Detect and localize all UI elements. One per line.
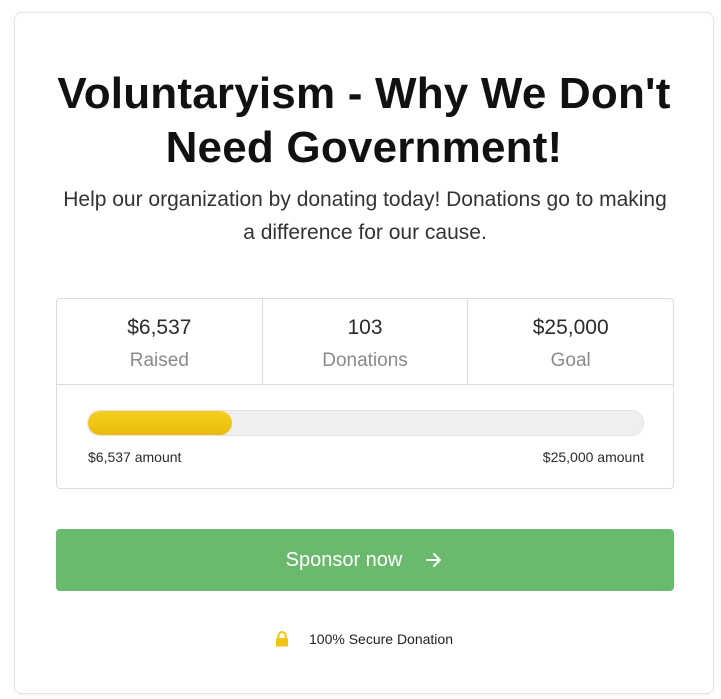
stat-donations-label: Donations	[322, 350, 408, 371]
stat-raised-value: $6,537	[127, 316, 192, 339]
progress-bar-fill	[88, 411, 233, 435]
goal-amount-label: $25,000 amount	[542, 449, 644, 465]
stats-panel: $6,537 Raised 103 Donations $25,000 Goal…	[56, 298, 674, 489]
arrow-right-icon	[424, 550, 444, 570]
campaign-title: Voluntaryism - Why We Don't Need Governm…	[15, 67, 713, 175]
stat-donations: 103 Donations	[263, 299, 469, 384]
campaign-title-text: Voluntaryism - Why We Don't Need Governm…	[57, 69, 671, 172]
progress-bar	[87, 410, 644, 436]
raised-amount-label: $6,537 amount	[88, 449, 182, 465]
stat-goal-label: Goal	[550, 350, 591, 371]
sponsor-now-button[interactable]: Sponsor now	[56, 529, 674, 591]
campaign-subtitle: Help our organization by donating today!…	[63, 188, 667, 244]
secure-donation-text: 100% Secure Donation	[309, 631, 453, 647]
sponsor-now-label: Sponsor now	[285, 548, 403, 571]
lock-icon	[275, 631, 289, 647]
stats-row: $6,537 Raised 103 Donations $25,000 Goal	[57, 299, 673, 385]
stat-goal-value: $25,000	[532, 316, 609, 339]
stat-goal: $25,000 Goal	[468, 299, 673, 384]
secure-donation-note: 100% Secure Donation	[15, 631, 713, 647]
stat-donations-value: 103	[347, 316, 383, 339]
stat-raised-label: Raised	[129, 350, 189, 371]
stat-raised: $6,537 Raised	[57, 299, 263, 384]
donation-card: Voluntaryism - Why We Don't Need Governm…	[14, 12, 714, 694]
